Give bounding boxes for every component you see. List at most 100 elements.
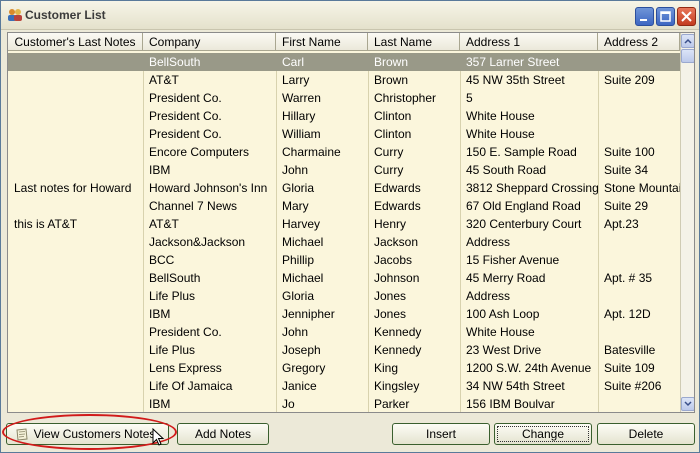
cell-last-name: King — [374, 361, 399, 375]
column-header-last-notes[interactable]: Customer's Last Notes — [8, 33, 143, 51]
cell-last-name: Johnson — [374, 271, 420, 285]
cell-last-notes — [8, 89, 143, 107]
cell-first-name: Warren — [282, 91, 321, 105]
table-row[interactable]: BellSouth Michael Johnson 45 Merry Road Apt.… — [8, 269, 680, 287]
table-row[interactable]: Encore Computers Charmaine Curry 150 E. Sam… — [8, 143, 680, 161]
cell-company: Jackson&Jackson — [149, 235, 246, 249]
cell-address-2 — [598, 323, 680, 341]
scroll-down-button[interactable] — [681, 397, 694, 411]
close-icon — [681, 11, 692, 22]
view-notes-label: View Customers Notes — [33, 427, 156, 441]
maximize-icon — [660, 11, 671, 22]
table-row[interactable]: IBM Jo Parker 156 IBM Boulvar — [8, 395, 680, 412]
scroll-thumb[interactable] — [681, 49, 694, 63]
add-notes-button[interactable]: Add Notes — [177, 423, 269, 445]
customer-grid[interactable]: Customer's Last Notes Company First Name… — [7, 32, 695, 413]
column-header-last-name[interactable]: Last Name — [368, 33, 460, 51]
delete-button[interactable]: Delete — [597, 423, 695, 445]
change-button[interactable]: Change — [494, 423, 592, 445]
cell-first-name: Gregory — [282, 361, 326, 375]
close-button[interactable] — [677, 7, 696, 26]
cell-address-2: Suite 109 — [604, 361, 655, 375]
cell-address-2: Apt. # 35 — [604, 271, 653, 285]
column-header-first-name[interactable]: First Name — [276, 33, 368, 51]
cell-last-notes — [8, 161, 143, 179]
title-bar[interactable]: Customer List — [1, 1, 699, 30]
table-row[interactable]: IBM Jennipher Jones 100 Ash Loop Apt. 12D — [8, 305, 680, 323]
cell-last-name: Christopher — [374, 91, 437, 105]
table-row[interactable]: President Co. John Kennedy White House — [8, 323, 680, 341]
cell-company: AT&T — [149, 217, 179, 231]
cell-company: Lens Express — [149, 361, 222, 375]
column-header-address-1[interactable]: Address 1 — [460, 33, 598, 51]
cell-last-notes — [8, 359, 143, 377]
cell-last-name: Curry — [374, 145, 404, 159]
scroll-up-button[interactable] — [681, 34, 694, 48]
cell-company: Life Plus — [149, 343, 196, 357]
table-row[interactable]: Life Of Jamaica Janice Kingsley 34 NW 54th … — [8, 377, 680, 395]
cell-address-2: Apt. 12D — [604, 307, 651, 321]
cell-company: IBM — [149, 163, 171, 177]
cell-company: President Co. — [149, 127, 222, 141]
cell-address-1: 150 E. Sample Road — [466, 145, 577, 159]
vertical-scrollbar[interactable] — [680, 33, 694, 412]
cell-last-name: Clinton — [374, 127, 412, 141]
cell-address-2 — [598, 233, 680, 251]
cell-address-2 — [598, 89, 680, 107]
cell-last-name: Clinton — [374, 109, 412, 123]
table-row[interactable]: BCC Phillip Jacobs 15 Fisher Avenue — [8, 251, 680, 269]
cell-first-name: Joseph — [282, 343, 321, 357]
cell-company: Encore Computers — [149, 145, 250, 159]
cell-last-notes — [8, 107, 143, 125]
maximize-button[interactable] — [656, 7, 675, 26]
cell-last-name: Parker — [374, 397, 410, 411]
cell-address-2: Suite 209 — [604, 73, 655, 87]
minimize-button[interactable] — [635, 7, 654, 26]
cell-last-name: Kingsley — [374, 379, 420, 393]
cell-address-1: White House — [466, 109, 535, 123]
column-header-company[interactable]: Company — [143, 33, 276, 51]
cell-last-notes — [8, 251, 143, 269]
cell-company: BellSouth — [149, 55, 201, 69]
cell-address-2: Suite #206 — [604, 379, 662, 393]
cell-last-notes — [8, 287, 143, 305]
table-row[interactable]: Life Plus Gloria Jones Address — [8, 287, 680, 305]
cell-first-name: Jo — [282, 397, 295, 411]
cell-last-notes — [8, 377, 143, 395]
notes-icon — [16, 428, 28, 441]
table-row[interactable]: President Co. William Clinton White House — [8, 125, 680, 143]
window-title: Customer List — [25, 8, 106, 22]
insert-button[interactable]: Insert — [392, 423, 490, 445]
column-header-address-2[interactable]: Address 2 — [598, 33, 680, 51]
cell-company: IBM — [149, 397, 171, 411]
minimize-icon — [640, 19, 647, 21]
table-row[interactable]: IBM John Curry 45 South Road Suite 34 — [8, 161, 680, 179]
table-row[interactable]: Channel 7 News Mary Edwards 67 Old England … — [8, 197, 680, 215]
table-row[interactable]: Life Plus Joseph Kennedy 23 West Drive Bates… — [8, 341, 680, 359]
cell-last-notes — [8, 323, 143, 341]
table-row[interactable]: this is AT&T AT&T Harvey Henry 320 Centerbur… — [8, 215, 680, 233]
cell-first-name: Phillip — [282, 253, 315, 267]
cell-address-2 — [598, 53, 680, 71]
table-row[interactable]: President Co. Hillary Clinton White House — [8, 107, 680, 125]
table-row[interactable]: President Co. Warren Christopher 5 — [8, 89, 680, 107]
cell-first-name: Larry — [282, 73, 310, 87]
table-row[interactable]: BellSouth Carl Brown 357 Larner Street — [8, 53, 680, 71]
cell-first-name: Gloria — [282, 181, 315, 195]
cell-last-name: Brown — [374, 73, 409, 87]
table-row[interactable]: AT&T Larry Brown 45 NW 35th Street Suite 209 — [8, 71, 680, 89]
cell-address-2 — [598, 251, 680, 269]
view-customers-notes-button[interactable]: View Customers Notes — [6, 423, 169, 445]
cell-first-name: Janice — [282, 379, 317, 393]
cell-company: Life Plus — [149, 289, 196, 303]
cell-last-name: Kennedy — [374, 343, 422, 357]
cell-address-2 — [598, 395, 680, 412]
cell-first-name: Charmaine — [282, 145, 341, 159]
cell-address-1: 23 West Drive — [466, 343, 542, 357]
table-row[interactable]: Jackson&Jackson Michael Jackson Address — [8, 233, 680, 251]
cell-address-1: 45 NW 35th Street — [466, 73, 565, 87]
cell-last-notes: this is AT&T — [14, 217, 78, 231]
table-row[interactable]: Last notes for Howard Howard Johnson's In… — [8, 179, 680, 197]
table-row[interactable]: Lens Express Gregory King 1200 S.W. 24th Av… — [8, 359, 680, 377]
cell-company: AT&T — [149, 73, 179, 87]
